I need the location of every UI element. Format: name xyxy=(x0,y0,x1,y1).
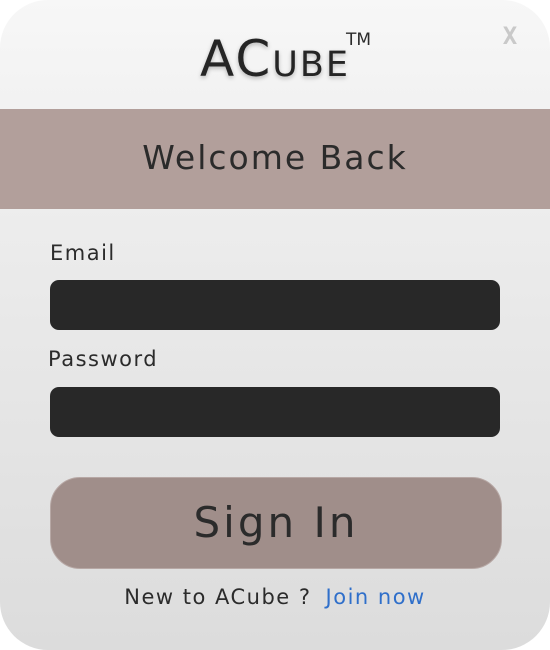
email-field[interactable] xyxy=(50,280,500,330)
email-label: Email xyxy=(50,241,116,265)
brand-logo-text: ACube xyxy=(200,30,350,88)
join-now-link[interactable]: Join now xyxy=(326,585,426,609)
password-field[interactable] xyxy=(50,387,500,437)
signup-prompt-text: New to ACube ? xyxy=(124,585,312,609)
welcome-title: Welcome Back xyxy=(142,138,408,177)
login-window: ACube TM X Welcome Back Email Password S… xyxy=(0,0,550,650)
signup-prompt: New to ACube ? Join now xyxy=(0,583,550,611)
sign-in-button[interactable]: Sign In xyxy=(50,477,502,569)
brand: ACube xyxy=(0,30,550,90)
header: ACube TM X xyxy=(0,0,550,109)
password-label: Password xyxy=(48,347,159,371)
welcome-banner: Welcome Back xyxy=(0,109,550,209)
close-button[interactable]: X xyxy=(496,22,524,50)
trademark-symbol: TM xyxy=(346,30,372,50)
